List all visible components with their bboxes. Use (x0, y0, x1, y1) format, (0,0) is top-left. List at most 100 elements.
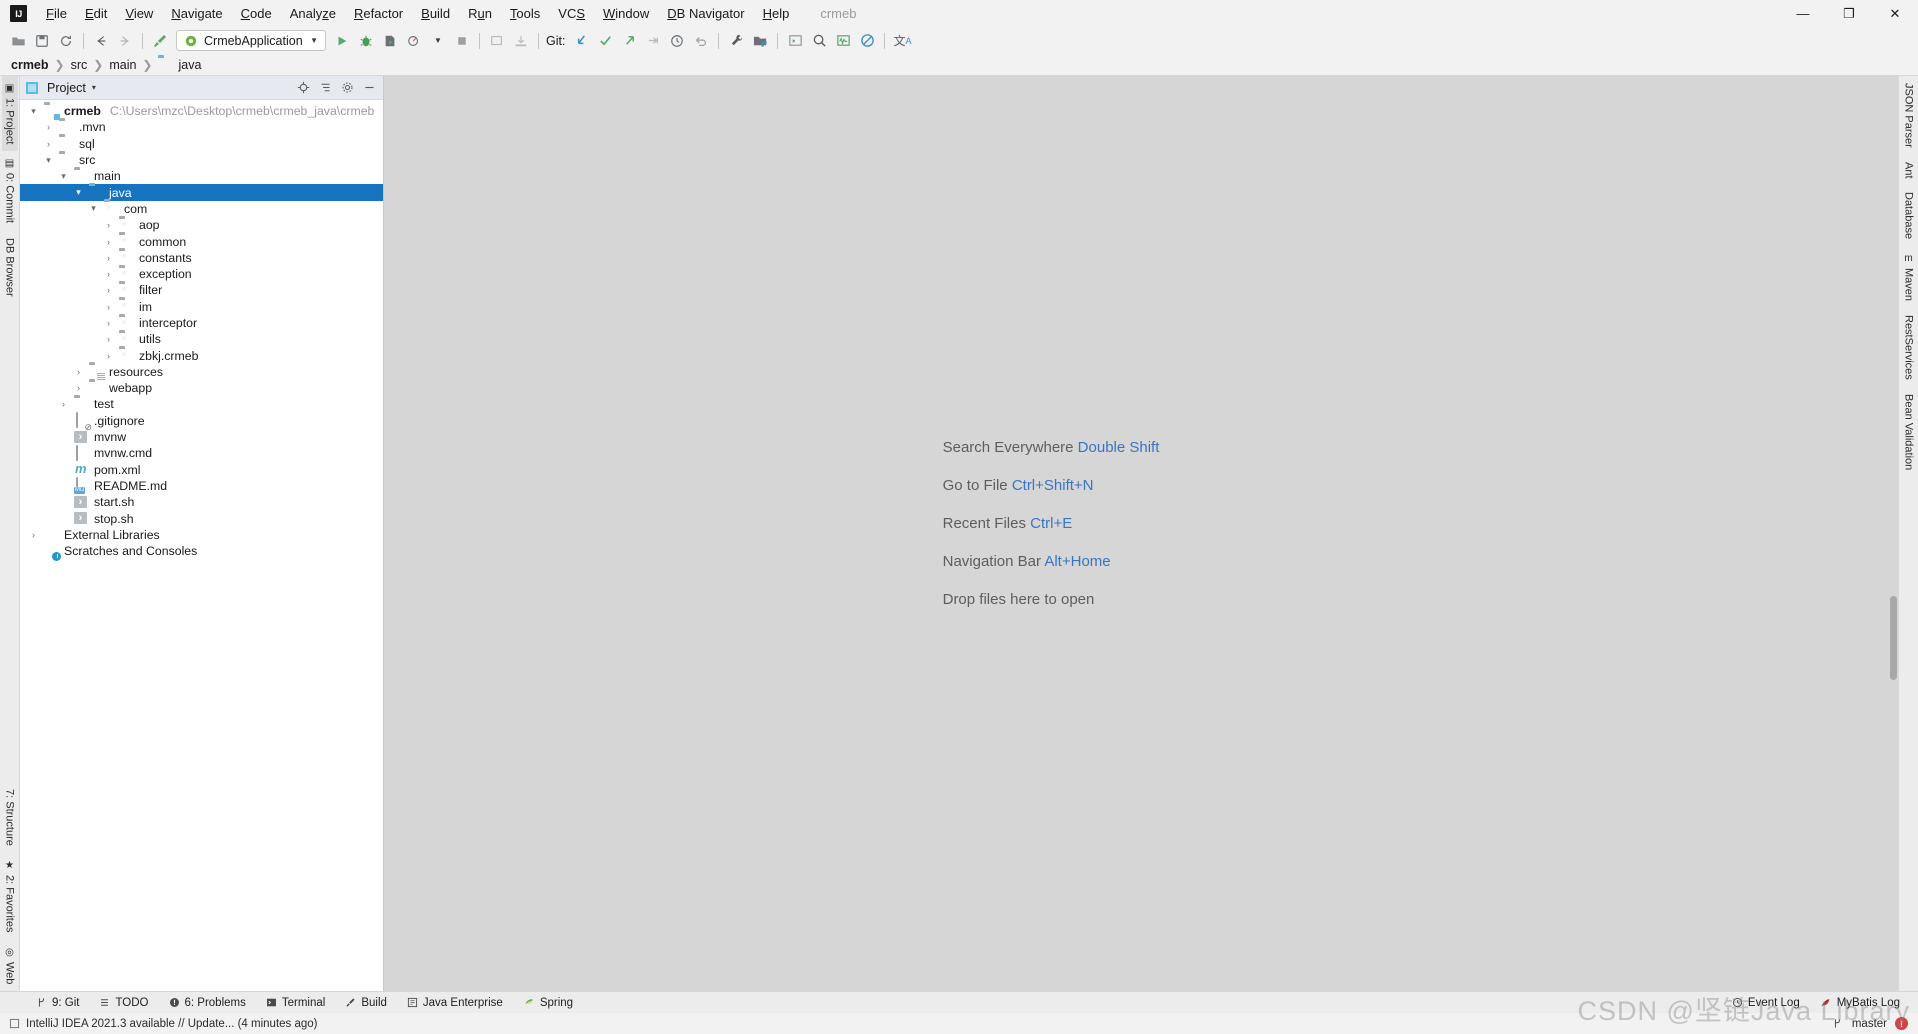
tree-node-src[interactable]: ▾ src (20, 152, 383, 168)
tree-node-main[interactable]: ▾ main (20, 168, 383, 184)
chevron-down-icon[interactable]: ▾ (73, 187, 84, 198)
chevron-right-icon[interactable]: › (103, 302, 114, 312)
maximize-button[interactable]: ❐ (1826, 0, 1872, 27)
download-icon[interactable] (509, 30, 533, 52)
menu-item-db-navigator[interactable]: DB Navigator (658, 2, 753, 26)
menu-item-file[interactable]: FFileile (37, 2, 76, 26)
undo-icon[interactable] (689, 30, 713, 52)
sidebar-item-favorites[interactable]: ★ 2: Favorites (2, 853, 18, 939)
editor-empty-area[interactable]: Search Everywhere Double Shift Go to Fil… (384, 76, 1898, 991)
breadcrumb-item-src[interactable]: src (68, 58, 91, 72)
monitor-icon[interactable] (831, 30, 855, 52)
history-icon[interactable] (665, 30, 689, 52)
chevron-right-icon[interactable]: › (43, 139, 54, 149)
menu-item-navigate[interactable]: Navigate (162, 2, 231, 26)
status-message[interactable]: IntelliJ IDEA 2021.3 available // Update… (26, 1018, 318, 1030)
tree-node-crmeb[interactable]: ▾ crmeb C:\Users\mzc\Desktop\crmeb\crmeb_j… (20, 103, 383, 119)
tree-node-mvnw[interactable]: › mvnw (20, 429, 383, 445)
stop-icon[interactable] (450, 30, 474, 52)
tree-node-pom-xml[interactable]: ›mpom.xml (20, 462, 383, 478)
status-branch-label[interactable]: master (1852, 1018, 1887, 1030)
tool-window-java-enterprise[interactable]: Java Enterprise (397, 993, 513, 1013)
forward-arrow-icon[interactable] (113, 30, 137, 52)
menu-item-help[interactable]: Help (754, 2, 799, 26)
chevron-right-icon[interactable]: › (28, 530, 39, 540)
sidebar-item-database[interactable]: Database (1901, 185, 1917, 246)
tool-window-spring[interactable]: Spring (513, 993, 583, 1013)
sidebar-item-json-parser[interactable]: JSON Parser (1901, 76, 1917, 155)
menu-item-run[interactable]: Run (459, 2, 501, 26)
push-icon[interactable] (617, 30, 641, 52)
tree-node-im[interactable]: › im (20, 299, 383, 315)
no-access-icon[interactable] (855, 30, 879, 52)
deploy-icon[interactable] (485, 30, 509, 52)
back-arrow-icon[interactable] (89, 30, 113, 52)
tree-node-webapp[interactable]: › webapp (20, 380, 383, 396)
tree-node-constants[interactable]: › constants (20, 250, 383, 266)
tree-node-sql[interactable]: › sql (20, 136, 383, 152)
menu-item-edit[interactable]: Edit (76, 2, 116, 26)
sidebar-item-restservices[interactable]: RestServices (1901, 308, 1917, 387)
sidebar-item-web[interactable]: ◎ Web (2, 940, 18, 991)
tree-node-zbkj-crmeb[interactable]: › zbkj.crmeb (20, 347, 383, 363)
project-file-tree[interactable]: ▾ crmeb C:\Users\mzc\Desktop\crmeb\crmeb_j… (20, 100, 383, 991)
run-anything-icon[interactable] (783, 30, 807, 52)
hide-icon[interactable] (361, 80, 377, 96)
tree-node-resources[interactable]: › resources (20, 364, 383, 380)
sidebar-item-structure[interactable]: 7: Structure (2, 782, 18, 853)
save-all-icon[interactable] (30, 30, 54, 52)
settings-gear-icon[interactable] (339, 80, 355, 96)
tree-node-mvnw-cmd[interactable]: ›mvnw.cmd (20, 444, 383, 461)
chevron-right-icon[interactable]: › (73, 367, 84, 377)
project-structure-icon[interactable] (748, 30, 772, 52)
menu-item-tools[interactable]: Tools (501, 2, 549, 26)
chevron-right-icon[interactable]: › (103, 334, 114, 344)
update-selected-icon[interactable] (641, 30, 665, 52)
chevron-right-icon[interactable]: › (103, 318, 114, 328)
chevron-down-icon[interactable]: ▼ (426, 30, 450, 52)
minimize-button[interactable]: — (1780, 0, 1826, 27)
tree-node-filter[interactable]: › filter (20, 282, 383, 298)
build-hammer-icon[interactable] (148, 30, 172, 52)
breadcrumb-item-java[interactable]: java (155, 57, 204, 72)
chevron-right-icon[interactable]: › (43, 122, 54, 132)
tool-window-terminal[interactable]: Terminal (256, 993, 335, 1013)
editor-scrollbar[interactable] (1890, 596, 1897, 680)
tree-node--gitignore[interactable]: ›.gitignore (20, 412, 383, 429)
close-button[interactable]: ✕ (1872, 0, 1918, 27)
chevron-down-icon[interactable]: ▼ (310, 36, 318, 45)
chevron-down-icon[interactable]: ▾ (92, 83, 96, 92)
chevron-down-icon[interactable]: ▾ (58, 171, 69, 182)
tool-window-todo[interactable]: TODO (89, 993, 158, 1013)
chevron-right-icon[interactable]: › (103, 351, 114, 361)
search-icon[interactable] (807, 30, 831, 52)
chevron-right-icon[interactable]: › (103, 253, 114, 263)
menu-item-build[interactable]: Build (412, 2, 459, 26)
menu-item-code[interactable]: Code (232, 2, 281, 26)
menu-item-refactor[interactable]: Refactor (345, 2, 412, 26)
tree-node-external-libraries[interactable]: › External Libraries (20, 527, 383, 543)
tree-node-interceptor[interactable]: › interceptor (20, 315, 383, 331)
sidebar-item-project[interactable]: ▣ 1: Project (1, 76, 18, 152)
breadcrumb-item-crmeb[interactable]: crmeb (8, 58, 52, 72)
translate-icon[interactable]: 文A (890, 30, 914, 52)
settings-wrench-icon[interactable] (724, 30, 748, 52)
chevron-right-icon[interactable]: › (103, 285, 114, 295)
update-project-icon[interactable] (569, 30, 593, 52)
menu-item-analyze[interactable]: Analyze (281, 2, 345, 26)
tree-node-start-sh[interactable]: › start.sh (20, 494, 383, 510)
tree-node-utils[interactable]: › utils (20, 331, 383, 347)
sidebar-item-db-browser[interactable]: DB Browser (2, 231, 18, 304)
tool-window-mybatis-log[interactable]: MyBatis Log (1810, 993, 1910, 1013)
tree-node-scratches-and-consoles[interactable]: ›Scratches and Consoles (20, 543, 383, 559)
locate-target-icon[interactable] (295, 80, 311, 96)
tool-window-problems[interactable]: 6: Problems (159, 993, 256, 1013)
chevron-right-icon[interactable]: › (73, 383, 84, 393)
chevron-right-icon[interactable]: › (103, 220, 114, 230)
notification-square-icon[interactable] (8, 1018, 20, 1030)
sidebar-item-maven[interactable]: m Maven (1901, 246, 1917, 308)
tool-window-event-log[interactable]: Event Log (1722, 993, 1810, 1013)
menu-item-view[interactable]: View (116, 2, 162, 26)
tree-node-aop[interactable]: › aop (20, 217, 383, 233)
tree-node-common[interactable]: › common (20, 233, 383, 249)
